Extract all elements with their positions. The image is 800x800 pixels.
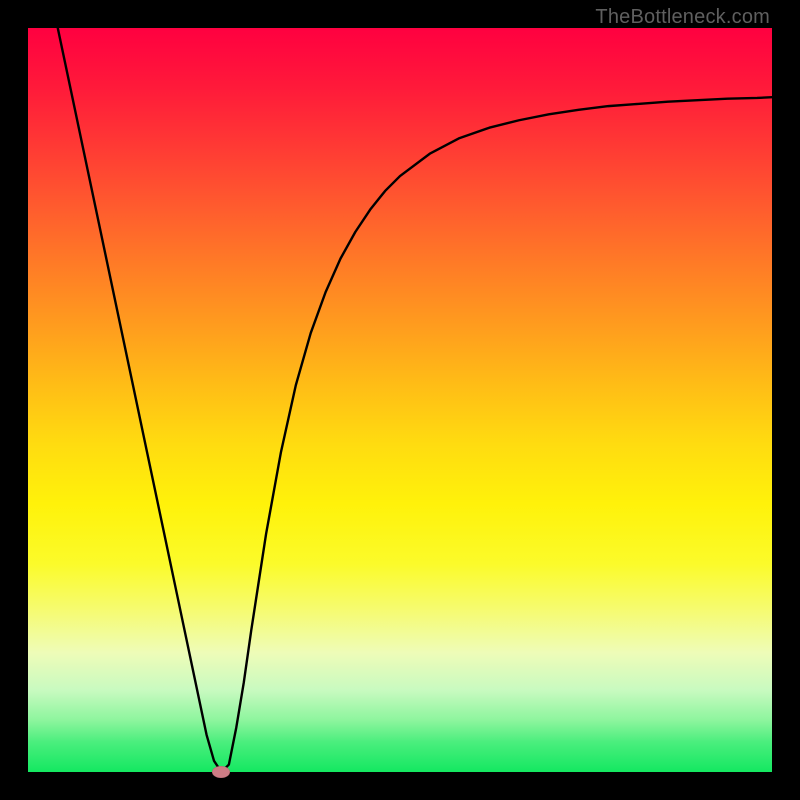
optimum-marker (212, 766, 230, 778)
chart-area (28, 28, 772, 772)
bottleneck-curve (58, 28, 772, 772)
watermark-text: TheBottleneck.com (595, 6, 770, 29)
curve-svg (28, 28, 772, 772)
